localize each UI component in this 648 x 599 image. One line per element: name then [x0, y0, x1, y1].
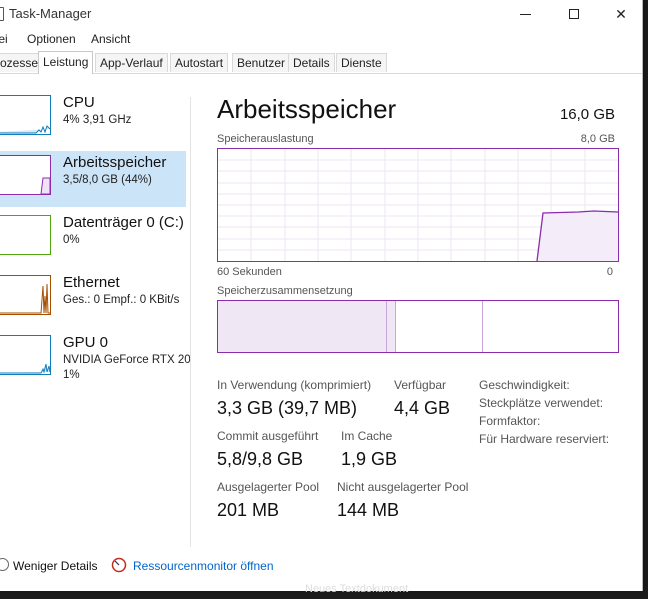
in-use-label: In Verwendung (komprimiert)	[217, 378, 372, 392]
memory-thumbnail-graph	[0, 155, 51, 195]
tab-performance[interactable]: Leistung	[38, 51, 94, 74]
gpu-thumbnail-graph	[0, 335, 51, 375]
collapse-icon[interactable]	[0, 558, 9, 571]
sidebar-item-title: Arbeitsspeicher	[63, 154, 167, 171]
sidebar-item-subtitle: Ges.: 0 Empf.: 0 KBit/s	[63, 294, 180, 306]
ethernet-thumbnail-chart	[0, 283, 50, 314]
nonpaged-pool-label: Nicht ausgelagerter Pool	[337, 480, 469, 494]
title-bar[interactable]: Task-Manager ✕	[0, 0, 642, 28]
gpu-thumbnail-chart	[0, 363, 51, 374]
sidebar-item-subtitle: 0%	[63, 234, 80, 246]
window-title: Task-Manager	[9, 6, 92, 21]
tab-processes[interactable]: ozesse	[0, 53, 44, 72]
memory-usage-graph	[217, 148, 619, 262]
sidebar-item-title: GPU 0	[63, 334, 109, 351]
composition-standby-divider	[482, 301, 483, 352]
sidebar-item-ethernet[interactable]: Ethernet Ges.: 0 Empf.: 0 KBit/s	[0, 271, 186, 327]
total-memory: 16,0 GB	[559, 106, 615, 123]
cache-label: Im Cache	[341, 429, 393, 443]
nonpaged-pool-value: 144 MB	[337, 500, 400, 520]
usage-graph-max: 8,0 GB	[580, 133, 615, 145]
cpu-thumbnail-graph	[0, 95, 51, 135]
tab-strip: ozesse Leistung App-Verlauf Autostart Be…	[0, 51, 642, 74]
resource-monitor-icon	[111, 557, 127, 573]
disk-thumbnail-graph	[0, 215, 51, 255]
page-title: Arbeitsspeicher	[217, 94, 397, 124]
sidebar-item-gpu[interactable]: GPU 0 NVIDIA GeForce RTX 207 1%	[0, 331, 190, 389]
menu-options[interactable]: Optionen	[27, 32, 76, 46]
tab-details[interactable]: Details	[288, 53, 335, 72]
close-icon: ✕	[615, 5, 627, 22]
taskbar-document-label: Neues Textdokument	[305, 583, 409, 595]
maximize-button[interactable]	[551, 0, 597, 28]
usage-graph-label: Speicherauslastung	[217, 133, 314, 145]
in-use-value: 3,3 GB (39,7 MB)	[217, 398, 358, 418]
sidebar-item-title: CPU	[63, 94, 95, 111]
cpu-thumbnail-chart	[0, 125, 51, 134]
maximize-icon	[569, 9, 579, 19]
composition-in-use	[218, 301, 387, 352]
sidebar-item-title: Datenträger 0 (C:)	[63, 214, 184, 231]
paged-pool-value: 201 MB	[217, 500, 280, 520]
composition-modified	[387, 301, 396, 352]
tab-services[interactable]: Dienste	[336, 53, 387, 72]
slots-label: Steckplätze verwendet:	[479, 396, 604, 410]
available-label: Verfügbar	[394, 378, 447, 392]
menu-view[interactable]: Ansicht	[91, 32, 130, 46]
time-axis-left: 60 Sekunden	[217, 266, 282, 278]
ethernet-thumbnail-graph	[0, 275, 51, 315]
menu-file[interactable]: tei	[0, 32, 8, 46]
speed-label: Geschwindigkeit:	[479, 378, 570, 392]
sidebar-divider	[190, 97, 191, 547]
minimize-button[interactable]	[502, 0, 548, 28]
sidebar-item-title: Ethernet	[63, 274, 120, 291]
commit-label: Commit ausgeführt	[217, 429, 319, 443]
form-factor-label: Formfaktor:	[479, 414, 541, 428]
tab-users[interactable]: Benutzer	[232, 53, 291, 72]
memory-composition-bar	[217, 300, 619, 353]
composition-label: Speicherzusammensetzung	[217, 285, 353, 297]
available-value: 4,4 GB	[394, 398, 451, 418]
resource-monitor-link[interactable]: Ressourcenmonitor öffnen	[133, 559, 274, 573]
close-button[interactable]: ✕	[598, 0, 644, 28]
sidebar-item-disk[interactable]: Datenträger 0 (C:) 0%	[0, 211, 186, 267]
commit-value: 5,8/9,8 GB	[217, 449, 304, 469]
sidebar-item-subtitle: NVIDIA GeForce RTX 207	[63, 354, 190, 366]
minimize-icon	[519, 13, 531, 15]
sidebar-item-subtitle-2: 1%	[63, 369, 80, 381]
task-manager-icon	[0, 7, 4, 21]
cache-value: 1,9 GB	[341, 449, 398, 469]
sidebar-item-cpu[interactable]: CPU 4% 3,91 GHz	[0, 91, 186, 147]
sidebar-item-subtitle: 4% 3,91 GHz	[63, 114, 132, 126]
memory-thumbnail-chart	[40, 177, 51, 195]
fewer-details-link[interactable]: Weniger Details	[13, 559, 97, 573]
task-manager-window: Task-Manager ✕ tei Optionen Ansicht ozes…	[0, 0, 643, 591]
hardware-reserved-label: Für Hardware reserviert:	[479, 432, 610, 446]
paged-pool-label: Ausgelagerter Pool	[217, 480, 320, 494]
tab-startup[interactable]: Autostart	[170, 53, 229, 72]
time-axis-right: 0	[606, 266, 613, 278]
sidebar-item-memory[interactable]: Arbeitsspeicher 3,5/8,0 GB (44%)	[0, 151, 186, 207]
tab-app-history[interactable]: App-Verlauf	[95, 53, 168, 72]
menu-bar: tei Optionen Ansicht	[0, 28, 642, 50]
memory-usage-chart	[218, 149, 619, 262]
sidebar-item-subtitle: 3,5/8,0 GB (44%)	[63, 174, 152, 186]
